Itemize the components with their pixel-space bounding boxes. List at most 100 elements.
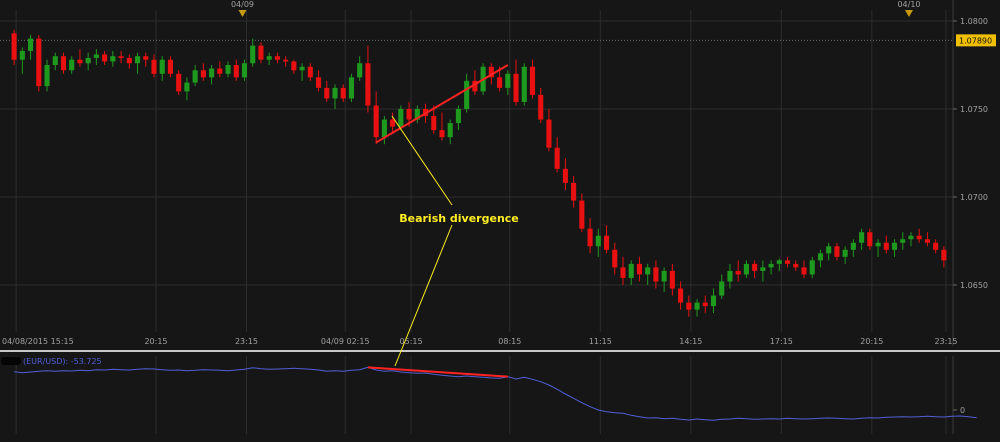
candle-body [801,267,807,275]
price-axis-label: 1.0650 [960,281,988,290]
candle-body [883,242,889,250]
candle-body [924,239,930,243]
candle-body [36,38,42,87]
time-axis-label: 17:15 [770,337,793,346]
time-axis-label: 04/09 02:15 [321,337,370,346]
candle-body [381,119,387,138]
candle-body [464,80,470,109]
candle-body [562,168,568,183]
candle-body [324,87,330,99]
candle-body [826,246,832,254]
candle-body [834,246,840,257]
candle-body [760,267,766,271]
indicator-legend-label: (EUR/USD): -53.725 [23,357,102,366]
candle-body [867,232,873,247]
candle-body [686,302,692,310]
candle-body [554,147,560,169]
price-axis-label: 1.0800 [960,17,988,26]
indicator-axis-label: 0 [960,406,965,415]
candle-body [694,302,700,310]
candle-body [743,263,749,275]
candle-body [283,59,289,62]
candle-body [809,260,815,275]
candle-body [735,270,741,275]
candle-body [587,228,593,247]
candle-body [447,123,453,138]
candle-body [842,249,848,257]
candle-body [291,61,297,71]
candle-body [258,45,264,60]
candle-body [316,77,322,88]
candle-body [727,270,733,282]
candle-body [702,302,708,307]
candle-body [93,54,99,58]
candle-body [768,263,774,268]
candle-body [505,73,511,88]
time-axis-label: 05:15 [400,337,423,346]
candle-body [167,59,173,74]
candle-body [52,56,58,65]
candle-body [60,56,67,71]
candle-body [406,109,412,120]
price-axis-label: 1.0750 [960,105,988,114]
candle-body [431,116,437,131]
candle-body [299,66,305,71]
candle-body [678,288,684,303]
candle-body [209,68,215,78]
candle-body [118,56,124,58]
candle-body [225,65,231,74]
candle-body [439,130,445,138]
candle-body [529,66,536,95]
candle-body [11,33,17,60]
candle-body [603,235,610,250]
candle-body [538,94,544,120]
candle-body [579,200,585,229]
price-axis-label: 1.0700 [960,193,988,202]
candle-body [916,235,922,240]
time-axis-label: 14:15 [679,337,702,346]
candle-body [891,242,898,250]
indicator-legend-swatch [1,357,21,365]
candle-body [102,54,108,62]
candle-body [200,70,206,78]
candle-body [241,63,248,78]
candle-body [636,263,642,275]
candle-body [348,77,355,99]
candle-body [77,59,83,64]
bearish-divergence-label: Bearish divergence [399,212,519,225]
candle-body [941,249,947,261]
candle-body [266,56,272,60]
candle-body [752,263,758,271]
candle-body [719,281,725,296]
candle-body [357,63,363,78]
candle-body [645,267,651,275]
candle-body [134,56,141,64]
candle-body [661,270,667,282]
candle-body [669,270,675,289]
chart-svg: 04/09 04/10 1.0800 1.0750 1.0700 1.0650 1.0789… [0,0,1000,438]
candle-body [908,235,914,240]
candle-body [612,249,618,268]
candle-body [151,59,157,74]
time-axis-label: 20:15 [144,337,167,346]
candle-body [850,242,856,250]
candle-body [628,263,634,278]
candle-body [217,68,223,74]
candle-body [620,267,626,278]
candle-body [250,45,256,64]
candle-body [875,242,881,247]
candle-body [340,87,346,99]
candle-body [497,77,503,88]
candle-body [710,295,717,307]
candle-body [653,267,659,282]
candle-body [159,59,165,74]
candle-body [44,65,50,87]
pane-separator [0,350,1000,352]
current-price-label: 1.07890 [959,36,992,45]
candle-body [19,50,25,60]
candle-body [373,105,379,138]
candle-body [69,59,75,71]
time-axis-label: 11:15 [589,337,612,346]
candle-body [126,57,132,64]
time-axis-label: 23:15 [934,337,957,346]
